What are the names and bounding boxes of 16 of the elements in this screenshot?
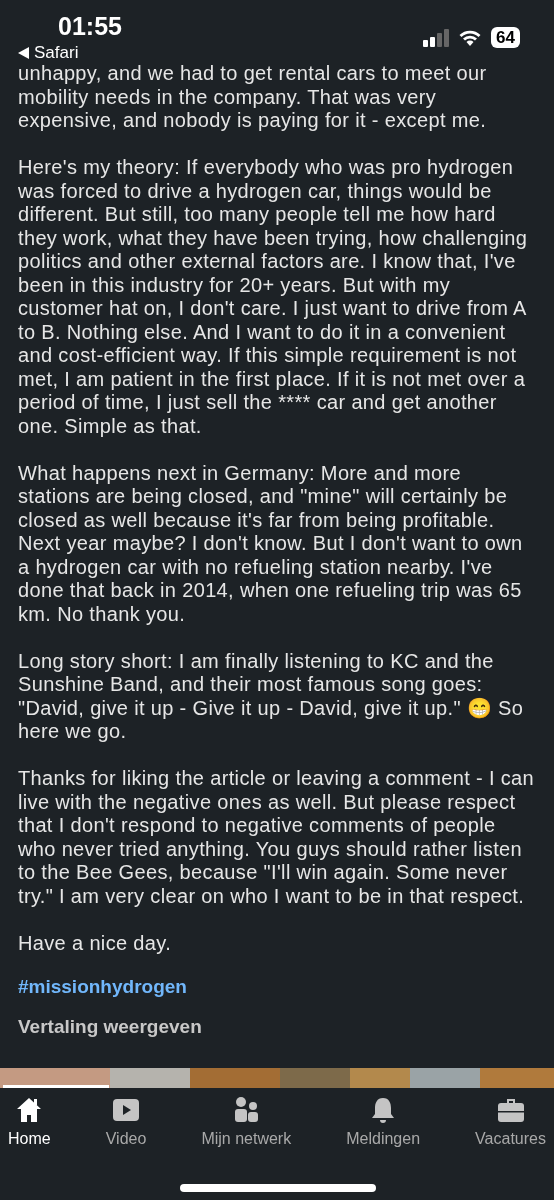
paragraph: unhappy, and we had to get rental cars to meet our mobility needs in the company. That was very expensive, and nobody is paying for it - except me.: [18, 62, 488, 133]
tab-bar-item[interactable]: Home: [8, 1088, 51, 1148]
back-link[interactable]: Safari: [34, 43, 79, 63]
paragraph: Have a nice day.: [18, 931, 173, 955]
clock-time: 01:55: [58, 12, 122, 41]
paragraph: Thanks for liking the article or leaving a comment - I can live with the negative ones as well. But please respect that I don't respond to negative comments of people who never tried anything. You guys should rather listen to the Bee Gees, because "I'll win again. Some never try." I am very clear on who I want to be in that respect.: [18, 767, 536, 908]
tab-bar-item[interactable]: Vacatures: [475, 1088, 546, 1148]
paragraph: What happens next in Germany: More and more stations are being closed, and "mine" will certainly be closed as well because it's far from being profitable. Next year maybe? I don't know. But I don't want to own a hydrogen car with no refueling station nearby. I've done that back in 2014, when one refueling trip was 65 km. No thank you.: [18, 461, 524, 626]
paragraph: Here's my theory: If everybody who was pro hydrogen was forced to drive a hydrogen car, things would be different. But still, too many people tell me how hard they work, what they have been trying, how challenging politics and other external factors are. I know that, I've been in this industry for 20+ years. But with my customer hat on, I don't care. I just want to drive from A to B. Nothing else. And I want to do it in a convenient and cost-efficient way. If this simple requirement is not met, I am patient in the first place. If it is not met over a period of time, I just sell the **** car and get another one. Simple as that.: [18, 156, 529, 438]
battery-level: 64: [491, 27, 520, 48]
tab-bar-item[interactable]: Meldingen: [346, 1088, 421, 1148]
translate-link[interactable]: Vertaling weergeven: [18, 1015, 202, 1038]
tab-bar-item[interactable]: Mijn netwerk: [201, 1088, 292, 1148]
paragraph: Long story short: I am finally listening to KC and the Sunshine Band, and their most famous song goes: "David, give it up - Give it up - David, give it up." 😁 So here we go.: [18, 649, 525, 744]
hashtag-link[interactable]: #missionhydrogen: [18, 975, 187, 998]
tab-bar-item[interactable]: Video: [105, 1088, 147, 1148]
